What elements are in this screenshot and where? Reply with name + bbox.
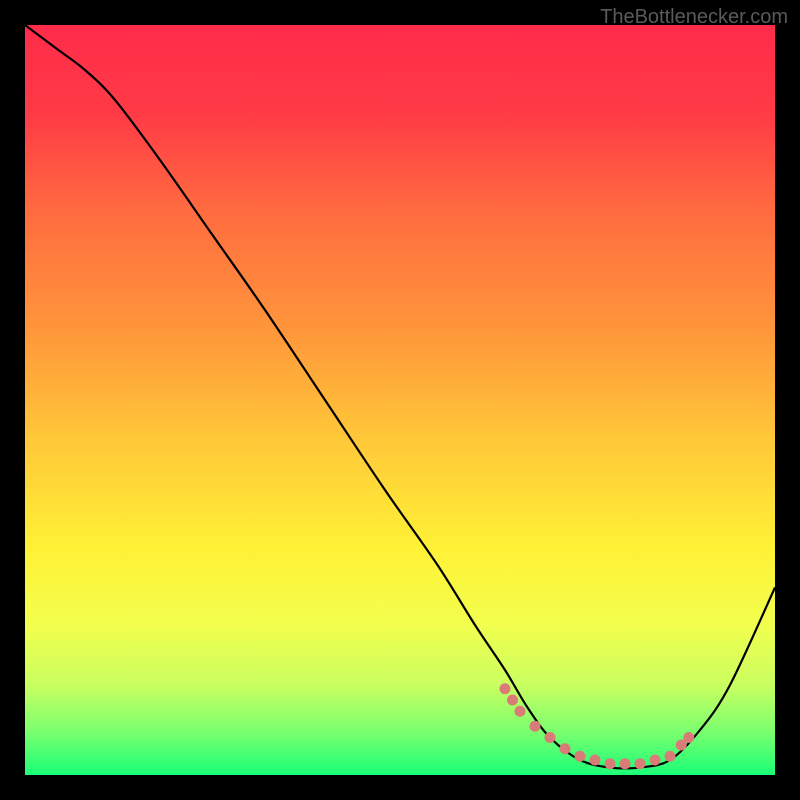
optimal-dot: [530, 721, 541, 732]
optimal-dot: [665, 751, 676, 762]
optimal-dot: [635, 758, 646, 769]
watermark-text: TheBottlenecker.com: [600, 6, 788, 29]
optimal-dot: [683, 732, 694, 743]
optimal-dot: [507, 695, 518, 706]
optimal-dot: [500, 683, 511, 694]
optimal-dot: [560, 743, 571, 754]
optimal-dot: [650, 755, 661, 766]
optimal-dot: [590, 755, 601, 766]
chart-svg: [25, 25, 775, 775]
optimal-dot: [620, 758, 631, 769]
optimal-dot: [515, 706, 526, 717]
chart-plot-area: [25, 25, 775, 775]
chart-background: [25, 25, 775, 775]
optimal-dot: [605, 758, 616, 769]
optimal-dot: [545, 732, 556, 743]
optimal-dot: [575, 751, 586, 762]
